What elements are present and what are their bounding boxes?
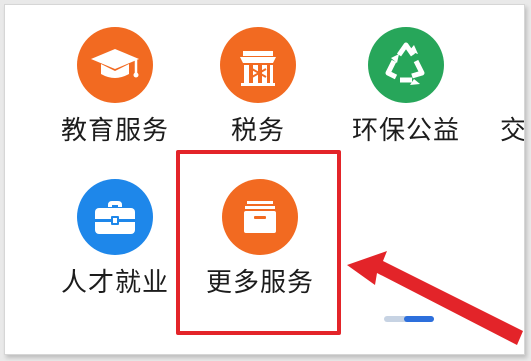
service-label-tax: 税务 xyxy=(230,116,285,146)
highlight-box xyxy=(176,150,341,335)
service-label-environment: 环保公益 xyxy=(351,116,460,146)
service-tile-environment[interactable]: 环保公益 xyxy=(336,5,476,146)
briefcase-icon xyxy=(77,179,153,255)
recycle-icon xyxy=(368,27,444,103)
service-tile-tax[interactable]: 税务 xyxy=(188,5,328,146)
tax-emblem-icon xyxy=(220,27,296,103)
service-tile-employment[interactable]: 人才就业 xyxy=(45,157,185,298)
service-tile-education[interactable]: 教育服务 xyxy=(45,5,185,146)
red-arrow-icon xyxy=(347,251,523,345)
scroll-indicator xyxy=(384,316,434,322)
service-label-education: 教育服务 xyxy=(60,116,169,146)
service-label-employment: 人才就业 xyxy=(60,268,169,298)
service-label-partial[interactable]: 交 xyxy=(500,110,524,147)
graduation-cap-icon xyxy=(77,27,153,103)
screenshot-frame: 教育服务 税务 环保公益 交 人才就业 更多服务 xyxy=(4,4,525,355)
